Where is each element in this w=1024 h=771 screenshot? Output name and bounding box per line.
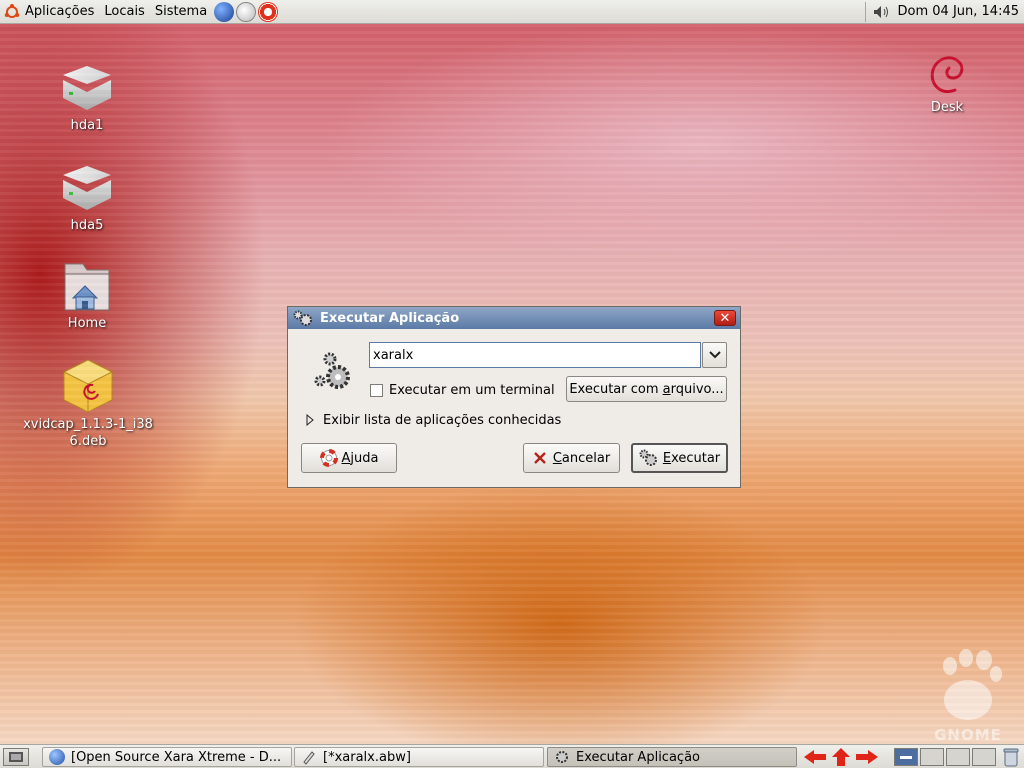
gears-icon [554, 749, 570, 765]
gears-icon [639, 449, 657, 466]
known-apps-expander[interactable]: Exibir lista de aplicações conhecidas [305, 411, 561, 429]
debian-swirl-icon [919, 46, 975, 102]
bottom-panel: [Open Source Xara Xtreme - D... [*xaralx… [0, 744, 1024, 768]
desktop-icon-label: xvidcap_1.1.3-1_i386.deb [23, 417, 153, 449]
desktop-icon-home[interactable]: Home [22, 258, 152, 331]
panel-separator [864, 1, 866, 22]
run-label: Executar [662, 450, 721, 466]
menu-applications[interactable]: Aplicações [20, 0, 99, 24]
gears-icon [292, 308, 314, 328]
gnome-watermark: GNOME [928, 648, 1008, 744]
desktop-icon-desk[interactable]: Desk [882, 46, 1012, 119]
combobox-dropdown-button[interactable] [702, 342, 727, 368]
email-client-icon[interactable] [236, 1, 257, 22]
command-combobox[interactable] [369, 342, 727, 368]
desktop-icon-label: Home [67, 316, 107, 331]
workspace-1[interactable] [894, 748, 918, 766]
help-button[interactable]: Ajuda [301, 443, 397, 473]
taskbar-item-label: [Open Source Xara Xtreme - D... [71, 749, 282, 765]
desktop-icon-hda5[interactable]: hda5 [22, 160, 152, 233]
pen-icon [301, 749, 317, 765]
cancel-button[interactable]: Cancelar [523, 443, 620, 473]
menu-places[interactable]: Locais [99, 0, 149, 24]
workspace-3[interactable] [946, 748, 970, 766]
globe-icon [49, 749, 65, 765]
home-folder-icon [59, 258, 115, 314]
known-apps-label: Exibir lista de aplicações conhecidas [323, 412, 562, 428]
chevron-down-icon [708, 351, 721, 359]
run-application-dialog: Executar Aplicação ✕ Executar em um term… [287, 306, 741, 488]
desktop-icon-label: Desk [930, 100, 964, 115]
show-desktop-button[interactable] [3, 748, 29, 766]
run-dialog-gears-icon [312, 351, 356, 395]
clock[interactable]: Dom 04 Jun, 14:45 [892, 4, 1024, 19]
menu-system[interactable]: Sistema [150, 0, 212, 24]
nav-up-arrow-icon[interactable] [830, 747, 852, 767]
close-button[interactable]: ✕ [714, 310, 736, 326]
taskbar-item-label: Executar Aplicação [576, 749, 700, 765]
help-icon[interactable] [258, 1, 279, 22]
hard-drive-icon [59, 160, 115, 216]
desktop-icon-label: hda1 [70, 118, 104, 133]
nav-forward-arrow-icon[interactable] [854, 748, 880, 766]
debian-package-icon [60, 358, 116, 414]
run-button[interactable]: Executar [631, 443, 728, 473]
hard-drive-icon [59, 60, 115, 116]
nav-back-arrow-icon[interactable] [802, 748, 828, 766]
web-browser-icon[interactable] [214, 1, 235, 22]
workspace-2[interactable] [920, 748, 944, 766]
run-with-file-label: Executar com arquivo... [569, 381, 724, 397]
dialog-titlebar[interactable]: Executar Aplicação ✕ [288, 307, 740, 329]
expander-arrow-icon [306, 414, 314, 426]
volume-icon[interactable] [872, 4, 892, 20]
trash-icon[interactable] [1002, 747, 1020, 767]
desktop-icon-xvidcap-deb[interactable]: xvidcap_1.1.3-1_i386.deb [22, 358, 154, 450]
workspace-4[interactable] [972, 748, 996, 766]
taskbar-item-xara-browser[interactable]: [Open Source Xara Xtreme - D... [42, 747, 292, 767]
dialog-title: Executar Aplicação [320, 310, 460, 326]
command-input[interactable] [369, 342, 701, 368]
taskbar-item-label: [*xaralx.abw] [323, 749, 411, 765]
desktop-icon-label: hda5 [70, 218, 104, 233]
run-in-terminal-label: Executar em um terminal [389, 382, 555, 398]
checkbox-box[interactable] [370, 383, 383, 397]
top-panel: Aplicações Locais Sistema Dom 04 Jun, 14… [0, 0, 1024, 24]
help-label: Ajuda [341, 450, 379, 466]
gnome-foot-icon [943, 649, 1002, 720]
gnome-watermark-text: GNOME [934, 726, 1002, 744]
taskbar-item-run-application[interactable]: Executar Aplicação [547, 747, 797, 767]
run-in-terminal-checkbox[interactable]: Executar em um terminal [370, 381, 555, 399]
lifebuoy-icon [319, 449, 338, 467]
run-with-file-button[interactable]: Executar com arquivo... [566, 376, 727, 402]
cancel-label: Cancelar [552, 450, 611, 466]
taskbar-item-xaralx-abw[interactable]: [*xaralx.abw] [294, 747, 544, 767]
show-desktop-icon [9, 752, 23, 762]
desktop-icon-hda1[interactable]: hda1 [22, 60, 152, 133]
ubuntu-logo-icon[interactable] [4, 3, 20, 20]
cancel-x-icon [533, 452, 546, 464]
